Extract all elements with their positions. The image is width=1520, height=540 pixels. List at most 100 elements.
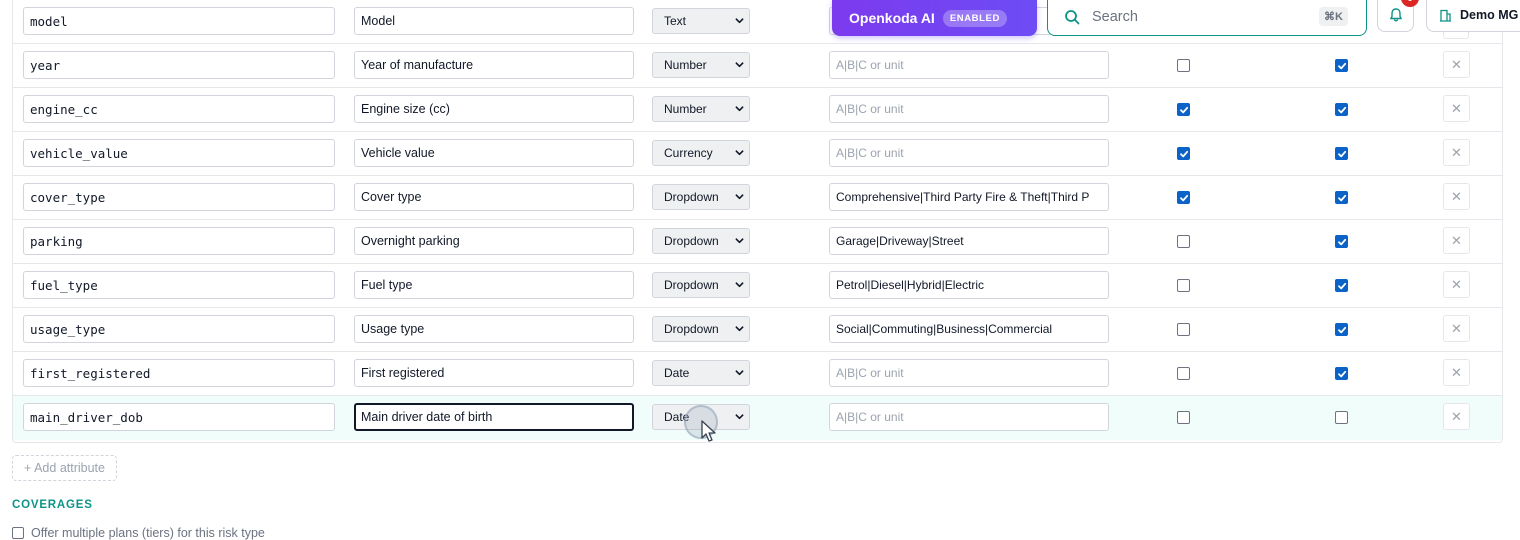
type-select-value: Number xyxy=(664,58,707,72)
chevron-down-icon xyxy=(735,62,744,68)
bell-icon xyxy=(1389,8,1402,22)
chevron-down-icon xyxy=(735,238,744,244)
attribute-key-input[interactable] xyxy=(23,315,335,343)
show-checkbox[interactable] xyxy=(1335,191,1348,204)
chevron-down-icon xyxy=(735,18,744,24)
attribute-options-input[interactable] xyxy=(829,359,1109,387)
type-select-value: Dropdown xyxy=(664,234,719,248)
attribute-label-input[interactable] xyxy=(354,7,634,35)
required-checkbox[interactable] xyxy=(1177,59,1190,72)
attribute-key-input[interactable] xyxy=(23,271,335,299)
attribute-type-select[interactable]: Number xyxy=(652,52,750,78)
attribute-row: Number ✕ xyxy=(13,88,1502,132)
attribute-key-input[interactable] xyxy=(23,7,335,35)
close-icon: ✕ xyxy=(1451,276,1462,292)
attribute-key-input[interactable] xyxy=(23,139,335,167)
attribute-type-select[interactable]: Dropdown xyxy=(652,184,750,210)
attribute-options-input[interactable] xyxy=(829,95,1109,123)
organization-switcher[interactable]: Demo MG xyxy=(1426,0,1520,32)
delete-attribute-button[interactable]: ✕ xyxy=(1443,95,1470,122)
attribute-label-input[interactable] xyxy=(354,271,634,299)
chevron-down-icon xyxy=(735,194,744,200)
delete-attribute-button[interactable]: ✕ xyxy=(1443,359,1470,386)
attribute-options-input[interactable] xyxy=(829,227,1109,255)
show-checkbox[interactable] xyxy=(1335,367,1348,380)
attribute-key-input[interactable] xyxy=(23,183,335,211)
mouse-pointer-icon xyxy=(701,420,716,442)
attribute-label-input[interactable] xyxy=(354,183,634,211)
add-attribute-button[interactable]: + Add attribute xyxy=(12,455,117,481)
multi-plan-option[interactable]: Offer multiple plans (tiers) for this ri… xyxy=(12,526,265,540)
required-checkbox[interactable] xyxy=(1177,235,1190,248)
attribute-type-select[interactable]: Dropdown xyxy=(652,228,750,254)
delete-attribute-button[interactable]: ✕ xyxy=(1443,139,1470,166)
attribute-label-input[interactable] xyxy=(354,315,634,343)
attribute-type-select[interactable]: Dropdown xyxy=(652,316,750,342)
show-checkbox[interactable] xyxy=(1335,323,1348,336)
attribute-label-input[interactable] xyxy=(354,403,634,431)
chevron-down-icon xyxy=(735,106,744,112)
attribute-row: Number ✕ xyxy=(13,44,1502,88)
chevron-down-icon xyxy=(735,282,744,288)
delete-attribute-button[interactable]: ✕ xyxy=(1443,183,1470,210)
show-checkbox[interactable] xyxy=(1335,411,1348,424)
check-icon xyxy=(1179,106,1188,113)
attribute-type-select[interactable]: Currency xyxy=(652,140,750,166)
show-checkbox[interactable] xyxy=(1335,59,1348,72)
attribute-key-input[interactable] xyxy=(23,403,335,431)
attribute-row: Date✕ xyxy=(13,396,1502,440)
required-checkbox[interactable] xyxy=(1177,367,1190,380)
organization-label: Demo MG xyxy=(1460,8,1519,22)
check-icon xyxy=(1337,194,1346,201)
attribute-key-input[interactable] xyxy=(23,95,335,123)
attribute-label-input[interactable] xyxy=(354,51,634,79)
attribute-label-input[interactable] xyxy=(354,95,634,123)
close-icon: ✕ xyxy=(1451,100,1462,116)
attribute-type-select[interactable]: Text xyxy=(652,8,750,34)
attribute-options-input[interactable] xyxy=(829,139,1109,167)
check-icon xyxy=(1179,194,1188,201)
attribute-key-input[interactable] xyxy=(23,227,335,255)
attribute-options-input[interactable] xyxy=(829,271,1109,299)
delete-attribute-button[interactable]: ✕ xyxy=(1443,51,1470,78)
required-checkbox[interactable] xyxy=(1177,411,1190,424)
close-icon: ✕ xyxy=(1451,408,1462,424)
check-icon xyxy=(1337,326,1346,333)
type-select-value: Currency xyxy=(664,146,713,160)
show-checkbox[interactable] xyxy=(1335,147,1348,160)
required-checkbox[interactable] xyxy=(1177,147,1190,160)
attribute-options-input[interactable] xyxy=(829,315,1109,343)
delete-attribute-button[interactable]: ✕ xyxy=(1443,227,1470,254)
attribute-type-select[interactable]: Dropdown xyxy=(652,272,750,298)
attribute-options-input[interactable] xyxy=(829,51,1109,79)
notifications-button[interactable]: 0 xyxy=(1377,0,1419,32)
attribute-row: Dropdown ✕ xyxy=(13,176,1502,220)
search-shortcut: ⌘K xyxy=(1319,7,1348,26)
type-select-value: Dropdown xyxy=(664,190,719,204)
attribute-options-input[interactable] xyxy=(829,403,1109,431)
attribute-row: Dropdown ✕ xyxy=(13,308,1502,352)
required-checkbox[interactable] xyxy=(1177,279,1190,292)
required-checkbox[interactable] xyxy=(1177,103,1190,116)
attribute-label-input[interactable] xyxy=(354,227,634,255)
multi-plan-checkbox[interactable] xyxy=(12,527,24,539)
show-checkbox[interactable] xyxy=(1335,279,1348,292)
attribute-type-select[interactable]: Number xyxy=(652,96,750,122)
delete-attribute-button[interactable]: ✕ xyxy=(1443,403,1470,430)
show-checkbox[interactable] xyxy=(1335,235,1348,248)
chevron-down-icon xyxy=(735,326,744,332)
required-checkbox[interactable] xyxy=(1177,191,1190,204)
attribute-key-input[interactable] xyxy=(23,359,335,387)
attribute-label-input[interactable] xyxy=(354,139,634,167)
show-checkbox[interactable] xyxy=(1335,103,1348,116)
attribute-options-input[interactable] xyxy=(829,183,1109,211)
attribute-key-input[interactable] xyxy=(23,51,335,79)
delete-attribute-button[interactable]: ✕ xyxy=(1443,315,1470,342)
search-bar[interactable]: Search ⌘K xyxy=(1047,0,1367,36)
required-checkbox[interactable] xyxy=(1177,323,1190,336)
coverages-section-title: COVERAGES xyxy=(12,499,93,511)
attribute-label-input[interactable] xyxy=(354,359,634,387)
openkoda-ai-button[interactable]: Openkoda AI ENABLED xyxy=(832,0,1037,36)
delete-attribute-button[interactable]: ✕ xyxy=(1443,271,1470,298)
attribute-type-select[interactable]: Date xyxy=(652,360,750,386)
